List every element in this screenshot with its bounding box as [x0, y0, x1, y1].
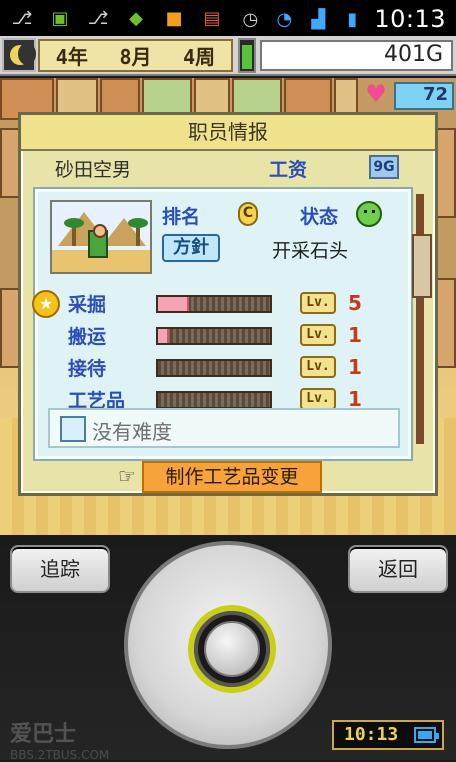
battery-icon	[414, 727, 439, 743]
panel-scrollbar[interactable]	[412, 194, 432, 444]
star-icon: ★	[32, 290, 60, 318]
policy-button[interactable]: 方針	[162, 234, 220, 262]
policy-text: 开采石头	[272, 240, 349, 262]
game-app-icon: ◆	[129, 7, 143, 29]
skill-progress-bar	[156, 391, 272, 409]
dpad-up-button[interactable]	[200, 549, 262, 611]
back-button[interactable]: 返回	[348, 545, 448, 593]
pay-label: 工资	[269, 159, 308, 181]
change-row: ☞ 制作工艺品变更	[110, 461, 322, 493]
game-clock: 10:13	[332, 720, 444, 750]
date-display: 4年 8月 4周	[38, 39, 233, 72]
app-icon: ■	[165, 7, 183, 29]
skill-row: 搬运 Lv. 1	[38, 320, 408, 352]
employee-info-panel: 职员情报 砂田空男 工资 9G 排名 C 状态 方針 开采石头 ★ 采掘 Lv.…	[18, 112, 438, 496]
building[interactable]	[436, 278, 456, 368]
control-panel: 追踪 返回 爱巴士 BBS.2TBUS.COM 10:13	[0, 535, 456, 762]
pointing-hand-icon: ☞	[118, 464, 136, 488]
skill-row: 接待 Lv. 1	[38, 352, 408, 384]
app-icon: ▤	[203, 7, 221, 29]
skill-progress-bar	[156, 359, 272, 377]
usb-icon: ⎇	[87, 7, 109, 29]
watermark-text: 爱巴士	[10, 722, 77, 747]
skill-progress-bar	[156, 327, 272, 345]
date-week: 4周	[183, 45, 216, 69]
level-label: Lv.	[300, 324, 336, 346]
employee-name: 砂田空男	[55, 159, 132, 181]
employee-portrait	[50, 200, 152, 274]
level-label: Lv.	[300, 388, 336, 410]
track-button[interactable]: 追踪	[10, 545, 110, 593]
date-year: 4年	[55, 45, 88, 69]
status-bar: ⎇ ▣ ⎇ ◆ ■ ▤ ◷ ◔ ▟ ▮ 10:13	[0, 0, 456, 36]
android-icon: ▣	[51, 7, 69, 29]
skill-progress-bar	[156, 295, 272, 313]
skill-name: 接待	[68, 358, 107, 380]
dpad-center-button[interactable]	[204, 621, 260, 677]
change-crafting-button[interactable]: 制作工艺品变更	[142, 461, 322, 493]
game-top-bar: 4年 8月 4周 401G	[0, 36, 456, 76]
energy-gauge	[238, 38, 256, 73]
money-display: 401G	[260, 40, 453, 71]
skill-level: 5	[348, 291, 362, 315]
difficulty-field[interactable]: 没有难度	[48, 408, 400, 448]
dpad-left-button[interactable]	[132, 617, 194, 679]
skill-level: 1	[348, 323, 362, 347]
level-label: Lv.	[300, 292, 336, 314]
alarm-icon: ◷	[242, 8, 259, 30]
difficulty-checkbox[interactable]	[60, 416, 86, 442]
usb-icon: ⎇	[11, 7, 33, 29]
heart-icon: ♥	[365, 80, 387, 108]
level-label: Lv.	[300, 356, 336, 378]
skill-level: 1	[348, 355, 362, 379]
wifi-icon: ◔	[276, 8, 293, 30]
skill-name: 采掘	[68, 294, 107, 316]
moon-icon	[2, 38, 36, 72]
heart-count: 72	[394, 82, 454, 110]
dpad-ring	[188, 605, 276, 693]
rank-badge: C	[238, 202, 258, 226]
skill-name: 搬运	[68, 326, 107, 348]
status-label: 状态	[300, 206, 339, 228]
signal-icon: ▟	[311, 8, 326, 30]
employee-card: 排名 C 状态 方針 开采石头 ★ 采掘 Lv. 5 搬运 Lv. 1 接待 L…	[32, 187, 413, 461]
status-time: 10:13	[374, 5, 446, 33]
date-month: 8月	[119, 45, 152, 69]
difficulty-text: 没有难度	[92, 420, 172, 444]
rank-label: 排名	[162, 206, 201, 228]
game-clock-time: 10:13	[344, 724, 399, 745]
watermark: 爱巴士 BBS.2TBUS.COM	[10, 716, 160, 762]
status-happy-icon	[356, 201, 382, 227]
building[interactable]	[0, 128, 20, 198]
building[interactable]	[0, 288, 20, 368]
system-icons: ◷ ◔ ▟ ▮ 10:13	[238, 5, 446, 33]
battery-icon: ▮	[347, 8, 358, 30]
skill-row: ★ 采掘 Lv. 5	[32, 288, 408, 320]
pay-value: 9G	[369, 155, 399, 179]
panel-title: 职员情报	[21, 115, 435, 151]
building[interactable]	[436, 128, 456, 218]
worker-sprite	[88, 224, 108, 258]
notification-icons: ⎇ ▣ ⎇ ◆ ■ ▤	[10, 6, 224, 30]
